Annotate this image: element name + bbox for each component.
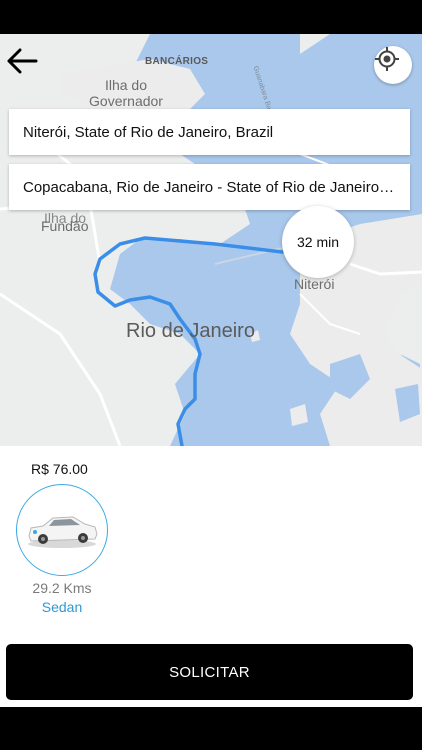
my-location-button[interactable] <box>374 46 412 84</box>
app-screen: BANCÁRIOS Ilha do Governador Guanabara B… <box>0 34 422 707</box>
ride-price: R$ 76.00 <box>31 461 88 477</box>
map-label-fundao: Fundão <box>41 218 89 234</box>
map-label-rio: Rio de Janeiro <box>126 320 255 342</box>
status-bar <box>0 0 422 34</box>
eta-bubble: 32 min <box>282 206 354 278</box>
map-view[interactable]: BANCÁRIOS Ilha do Governador Guanabara B… <box>0 34 422 446</box>
eta-text: 32 min <box>296 234 340 250</box>
my-location-icon <box>375 47 399 71</box>
map-label-ilha-governador: Ilha do Governador <box>89 77 163 109</box>
road-3 <box>0 292 122 446</box>
request-button[interactable]: SOLICITAR <box>6 644 413 700</box>
map-canvas <box>0 34 422 446</box>
sedan-car-icon <box>28 516 98 548</box>
origin-field[interactable]: Niterói, State of Rio de Janeiro, Brazil <box>9 109 410 155</box>
ride-distance: 29.2 Kms <box>32 580 92 596</box>
bottom-bar <box>0 707 422 750</box>
back-arrow-icon <box>7 48 38 74</box>
map-label-niteroi: Niterói <box>294 276 335 292</box>
destination-field[interactable]: Copacabana, Rio de Janeiro - State of Ri… <box>9 164 410 210</box>
ride-category: Sedan <box>41 599 83 615</box>
origin-text: Niterói, State of Rio de Janeiro, Brazil <box>23 123 274 141</box>
map-label-bancarios: BANCÁRIOS <box>145 56 209 67</box>
back-button[interactable] <box>6 48 46 88</box>
car-option-sedan[interactable] <box>16 484 108 576</box>
destination-text: Copacabana, Rio de Janeiro - State of Ri… <box>23 178 396 196</box>
